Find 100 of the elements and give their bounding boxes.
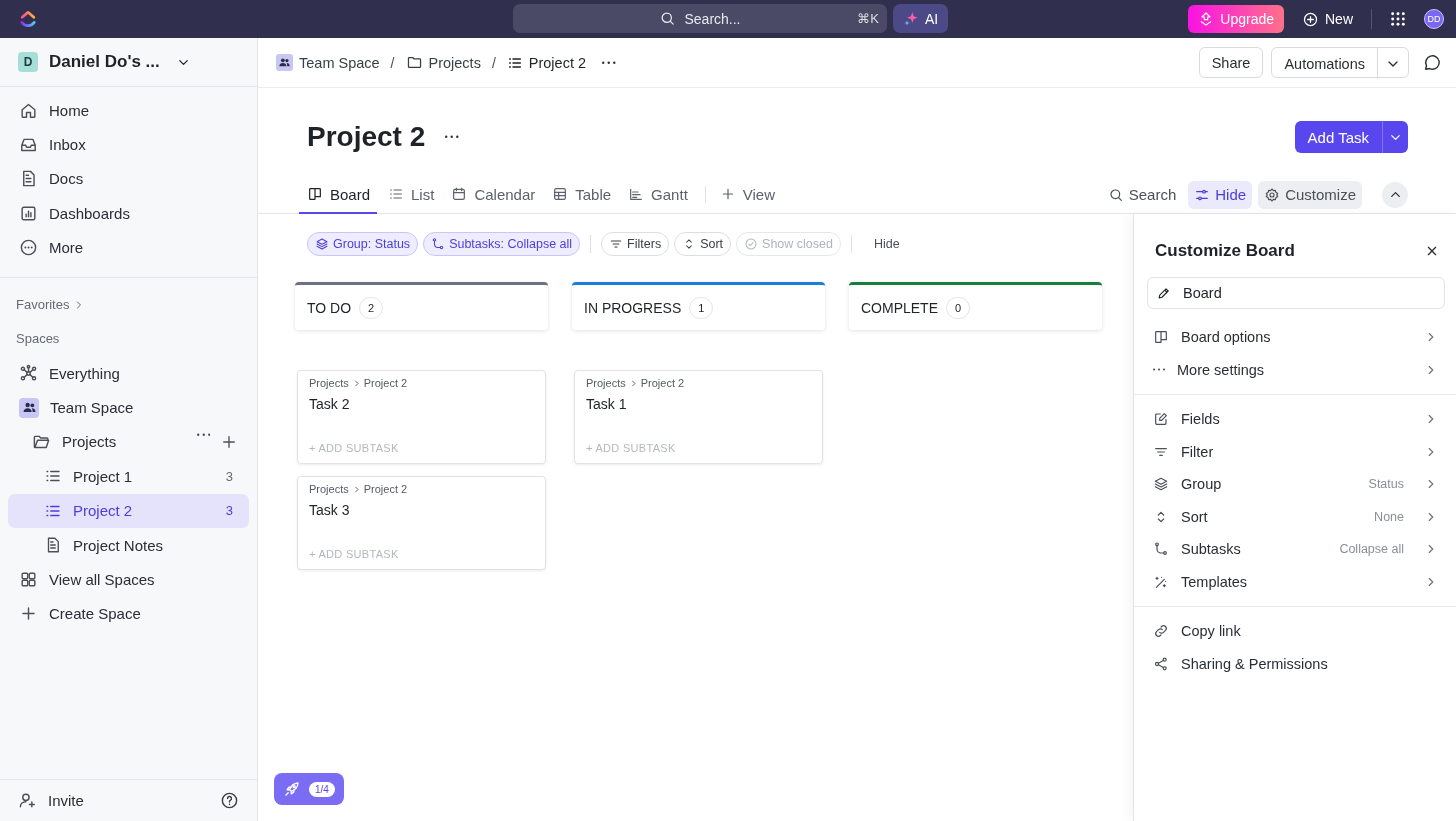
workspace-avatar[interactable]: D xyxy=(18,52,38,72)
folder-icon xyxy=(405,54,423,71)
menu-item[interactable]: Templates xyxy=(1134,565,1456,598)
add-task-button[interactable]: Add Task xyxy=(1294,121,1408,153)
toolbar-button[interactable]: Customize xyxy=(1258,180,1362,209)
menu-item[interactable]: Fields xyxy=(1134,403,1456,436)
view-tab[interactable]: Calendar xyxy=(445,176,542,214)
view-tab[interactable]: List xyxy=(382,176,441,214)
network-icon xyxy=(19,363,38,383)
rocket-icon xyxy=(283,780,301,798)
sidebar-item[interactable]: Home xyxy=(8,93,249,128)
breadcrumb-link[interactable]: Project 2 xyxy=(506,54,586,71)
view-tab[interactable]: Gantt xyxy=(622,176,694,214)
favorites-heading[interactable]: Favorites xyxy=(16,297,70,313)
filter-chip[interactable]: Subtasks: Collapse all xyxy=(423,232,581,256)
sidebar-item[interactable]: Docs xyxy=(8,161,249,197)
calendar-icon xyxy=(451,186,468,202)
task-card[interactable]: Projects Project 2 Task 1 + ADD SUBTASK xyxy=(574,370,823,464)
list-item[interactable]: Project Notes xyxy=(8,527,249,563)
breadcrumb-link[interactable]: Projects xyxy=(405,54,481,71)
edit-icon xyxy=(1153,411,1169,428)
people-icon xyxy=(19,397,39,418)
task-location[interactable]: Projects xyxy=(309,377,349,389)
menu-item[interactable]: Copy link xyxy=(1134,615,1456,648)
shortcut-hint: ⌘K xyxy=(857,11,879,26)
column-title: TO DO xyxy=(307,299,352,316)
task-card[interactable]: Projects Project 2 Task 3 + ADD SUBTASK xyxy=(297,476,546,570)
list-item[interactable]: Project 2 3 xyxy=(8,493,249,528)
spaces-heading: Spaces xyxy=(16,331,60,347)
sidebar-item[interactable]: Dashboards xyxy=(8,196,249,231)
check-circle-icon xyxy=(744,237,759,251)
user-plus-icon xyxy=(18,791,37,810)
workspace-switcher[interactable]: Daniel Do's ... xyxy=(49,52,191,72)
more-icon xyxy=(445,135,459,139)
setting-value: None xyxy=(1374,509,1404,524)
sidebar-item[interactable]: Team Space xyxy=(8,390,249,425)
board-icon xyxy=(1153,329,1169,346)
dots-icon xyxy=(1153,368,1165,372)
menu-item[interactable]: Board options xyxy=(1134,321,1456,354)
sidebar-item[interactable]: Inbox xyxy=(8,127,249,162)
new-button[interactable]: New xyxy=(1302,10,1353,28)
panel-title: Customize Board xyxy=(1155,241,1295,261)
toolbar-button[interactable]: Search xyxy=(1101,180,1183,209)
more-icon xyxy=(196,432,210,437)
task-card[interactable]: Projects Project 2 Task 2 + ADD SUBTASK xyxy=(297,370,546,464)
gantt-icon xyxy=(628,186,645,202)
task-location[interactable]: Projects xyxy=(309,483,349,495)
app-logo[interactable] xyxy=(18,9,38,29)
link-icon xyxy=(1153,623,1169,640)
setting-value: Status xyxy=(1368,477,1404,492)
sidebar-item[interactable]: Create Space xyxy=(8,596,249,632)
automations-button[interactable]: Automations xyxy=(1271,47,1409,78)
task-title[interactable]: Task 2 xyxy=(309,396,534,412)
view-tab[interactable]: Board xyxy=(299,176,378,214)
menu-item[interactable]: Subtasks Collapse all xyxy=(1134,533,1456,566)
share-icon xyxy=(1153,655,1169,672)
apps-icon[interactable] xyxy=(1390,11,1406,27)
task-title[interactable]: Task 1 xyxy=(586,396,811,412)
folder-item[interactable]: Projects xyxy=(8,424,249,460)
hide-button[interactable]: Hide xyxy=(861,237,912,251)
menu-item[interactable]: Filter xyxy=(1134,435,1456,468)
settings-icon xyxy=(1264,186,1281,203)
name-field[interactable]: Board xyxy=(1147,277,1445,309)
help-icon[interactable] xyxy=(220,791,239,810)
task-location[interactable]: Project 2 xyxy=(640,377,685,389)
sparkle-icon xyxy=(903,10,919,27)
task-count: 3 xyxy=(225,503,234,519)
search-icon xyxy=(659,10,677,27)
menu-item[interactable]: Sharing & Permissions xyxy=(1134,647,1456,680)
list-item[interactable]: Project 1 3 xyxy=(8,459,249,494)
menu-item[interactable]: Sort None xyxy=(1134,500,1456,533)
grid-icon xyxy=(19,570,38,589)
onboarding-button[interactable]: 1/4 xyxy=(274,773,344,805)
layers-icon xyxy=(1153,476,1169,493)
search-field[interactable]: Search... ⌘K xyxy=(513,4,887,33)
breadcrumb-link[interactable]: Team Space xyxy=(276,54,380,71)
view-tab[interactable]: Table xyxy=(546,176,618,214)
ai-button[interactable]: AI xyxy=(893,4,949,33)
task-title[interactable]: Task 3 xyxy=(309,502,534,518)
filter-icon xyxy=(609,237,624,251)
toolbar-button[interactable]: Hide xyxy=(1188,180,1253,209)
page-title: Project 2 xyxy=(307,121,426,153)
task-location[interactable]: Projects xyxy=(586,377,626,389)
task-location[interactable]: Project 2 xyxy=(363,377,408,389)
invite-link[interactable]: Invite xyxy=(18,791,84,810)
add-view-button[interactable]: View xyxy=(713,176,782,214)
sidebar-item[interactable]: More xyxy=(8,230,249,265)
breadcrumb-separator: / xyxy=(491,54,496,71)
menu-item[interactable]: More settings xyxy=(1134,353,1456,386)
task-location[interactable]: Project 2 xyxy=(363,483,408,495)
breadcrumb-separator: / xyxy=(390,54,395,71)
sidebar-item[interactable]: View all Spaces xyxy=(8,562,249,597)
setting-value: Collapse all xyxy=(1339,542,1404,557)
collapse-button[interactable] xyxy=(1382,181,1408,208)
filter-chip[interactable]: Group: Status xyxy=(307,232,419,256)
sidebar-item[interactable]: Everything xyxy=(8,355,249,391)
menu-item[interactable]: Group Status xyxy=(1134,468,1456,501)
user-avatar[interactable]: DD xyxy=(1424,9,1444,29)
share-button[interactable]: Share xyxy=(1198,47,1264,78)
chat-icon xyxy=(1423,53,1442,72)
